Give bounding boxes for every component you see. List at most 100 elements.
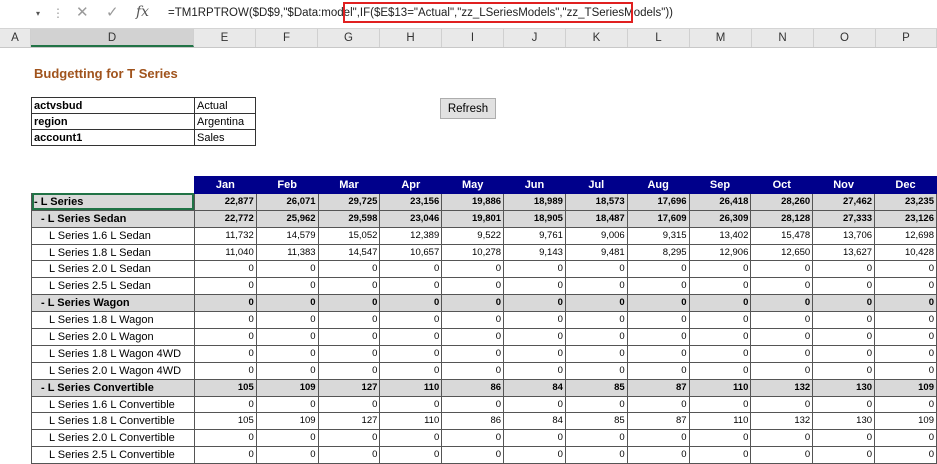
column-header-l[interactable]: L <box>628 29 690 47</box>
row-label-cell[interactable]: L Series 1.8 L Convertible <box>31 412 195 431</box>
value-cell[interactable]: 86 <box>441 378 505 397</box>
value-cell[interactable]: 0 <box>379 260 443 279</box>
month-header[interactable]: Jul <box>564 176 628 194</box>
value-cell[interactable]: 0 <box>441 328 505 346</box>
value-cell[interactable]: 0 <box>750 395 814 414</box>
param-value[interactable]: Actual <box>194 97 256 114</box>
value-cell[interactable]: 28,128 <box>750 209 814 228</box>
value-cell[interactable]: 26,071 <box>255 192 319 211</box>
row-label-cell[interactable]: - L Series Sedan <box>31 209 195 228</box>
refresh-button[interactable]: Refresh <box>440 98 496 119</box>
value-cell[interactable]: 12,389 <box>379 226 443 245</box>
value-cell[interactable]: 0 <box>503 446 566 464</box>
column-header-f[interactable]: F <box>256 29 318 47</box>
value-cell[interactable]: 0 <box>564 361 628 380</box>
value-cell[interactable]: 0 <box>317 344 381 363</box>
value-cell[interactable]: 9,522 <box>441 226 505 245</box>
value-cell[interactable]: 85 <box>564 378 628 397</box>
value-cell[interactable]: 13,402 <box>688 226 752 245</box>
value-cell[interactable]: 0 <box>441 277 505 296</box>
value-cell[interactable]: 0 <box>564 446 628 464</box>
value-cell[interactable]: 0 <box>626 361 690 380</box>
value-cell[interactable]: 130 <box>812 378 876 397</box>
value-cell[interactable]: 0 <box>874 294 937 313</box>
column-header-k[interactable]: K <box>566 29 628 47</box>
value-cell[interactable]: 0 <box>750 294 814 313</box>
value-cell[interactable]: 0 <box>626 446 690 464</box>
value-cell[interactable]: 0 <box>317 277 381 296</box>
value-cell[interactable]: 9,761 <box>503 226 566 245</box>
value-cell[interactable]: 0 <box>503 344 566 363</box>
value-cell[interactable]: 0 <box>441 260 505 279</box>
column-header-j[interactable]: J <box>504 29 566 47</box>
value-cell[interactable]: 0 <box>379 328 443 346</box>
value-cell[interactable]: 0 <box>193 344 257 363</box>
value-cell[interactable]: 0 <box>750 446 814 464</box>
row-label-cell[interactable]: L Series 1.6 L Convertible <box>31 395 195 414</box>
value-cell[interactable]: 0 <box>812 260 876 279</box>
month-header[interactable]: Jun <box>503 176 566 194</box>
value-cell[interactable]: 8,295 <box>626 243 690 262</box>
row-label-cell[interactable]: L Series 1.8 L Wagon <box>31 311 195 330</box>
column-header-d[interactable]: D <box>31 29 194 47</box>
value-cell[interactable]: 19,886 <box>441 192 505 211</box>
value-cell[interactable]: 84 <box>503 412 566 431</box>
value-cell[interactable]: 0 <box>688 311 752 330</box>
value-cell[interactable]: 22,772 <box>193 209 257 228</box>
value-cell[interactable]: 0 <box>503 277 566 296</box>
month-header[interactable]: Aug <box>626 176 690 194</box>
value-cell[interactable]: 0 <box>874 328 937 346</box>
cancel-icon[interactable]: ✕ <box>76 4 89 22</box>
value-cell[interactable]: 110 <box>379 412 443 431</box>
value-cell[interactable]: 10,657 <box>379 243 443 262</box>
value-cell[interactable]: 0 <box>503 294 566 313</box>
value-cell[interactable]: 0 <box>812 311 876 330</box>
month-header[interactable]: Oct <box>750 176 814 194</box>
value-cell[interactable]: 23,156 <box>379 192 443 211</box>
column-header-g[interactable]: G <box>318 29 380 47</box>
value-cell[interactable]: 0 <box>317 260 381 279</box>
month-header[interactable]: Sep <box>688 176 752 194</box>
value-cell[interactable]: 132 <box>750 412 814 431</box>
value-cell[interactable]: 0 <box>564 260 628 279</box>
value-cell[interactable]: 0 <box>874 311 937 330</box>
column-header-o[interactable]: O <box>814 29 876 47</box>
value-cell[interactable]: 127 <box>317 412 381 431</box>
value-cell[interactable]: 87 <box>626 412 690 431</box>
param-key[interactable]: actvsbud <box>31 97 195 114</box>
value-cell[interactable]: 0 <box>379 277 443 296</box>
value-cell[interactable]: 84 <box>503 378 566 397</box>
value-cell[interactable]: 25,962 <box>255 209 319 228</box>
value-cell[interactable]: 0 <box>317 395 381 414</box>
month-header[interactable]: Dec <box>874 176 937 194</box>
value-cell[interactable]: 15,052 <box>317 226 381 245</box>
value-cell[interactable]: 14,579 <box>255 226 319 245</box>
value-cell[interactable]: 0 <box>626 344 690 363</box>
value-cell[interactable]: 0 <box>564 311 628 330</box>
value-cell[interactable]: 0 <box>626 260 690 279</box>
value-cell[interactable]: 23,046 <box>379 209 443 228</box>
month-header[interactable]: May <box>441 176 505 194</box>
value-cell[interactable]: 0 <box>688 395 752 414</box>
row-label-cell[interactable]: L Series 1.6 L Sedan <box>31 226 195 245</box>
value-cell[interactable]: 9,481 <box>564 243 628 262</box>
value-cell[interactable]: 105 <box>193 412 257 431</box>
value-cell[interactable]: 0 <box>688 361 752 380</box>
value-cell[interactable]: 17,609 <box>626 209 690 228</box>
value-cell[interactable]: 0 <box>688 328 752 346</box>
value-cell[interactable]: 10,428 <box>874 243 937 262</box>
value-cell[interactable]: 11,383 <box>255 243 319 262</box>
value-cell[interactable]: 0 <box>812 429 876 448</box>
value-cell[interactable]: 0 <box>255 294 319 313</box>
value-cell[interactable]: 0 <box>503 260 566 279</box>
value-cell[interactable]: 0 <box>255 344 319 363</box>
value-cell[interactable]: 0 <box>812 361 876 380</box>
value-cell[interactable]: 0 <box>193 429 257 448</box>
row-label-cell[interactable]: L Series 2.0 L Convertible <box>31 429 195 448</box>
value-cell[interactable]: 0 <box>874 361 937 380</box>
value-cell[interactable]: 0 <box>193 361 257 380</box>
value-cell[interactable]: 0 <box>193 294 257 313</box>
row-label-cell[interactable]: L Series 1.8 L Sedan <box>31 243 195 262</box>
value-cell[interactable]: 0 <box>379 311 443 330</box>
value-cell[interactable]: 0 <box>379 429 443 448</box>
